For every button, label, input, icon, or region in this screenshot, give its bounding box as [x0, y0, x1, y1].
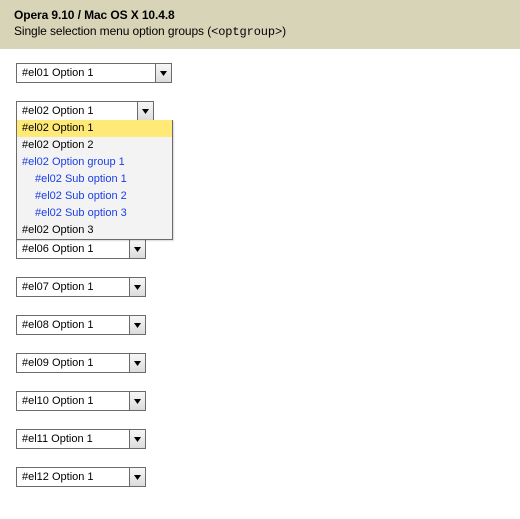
select-el01[interactable]: #el01 Option 1	[16, 63, 172, 83]
dropdown-optgroup-label: #el02 Option group 1	[17, 154, 172, 171]
select-el07[interactable]: #el07 Option 1	[16, 277, 146, 297]
browser-os-label: Opera 9.10 / Mac OS X 10.4.8	[14, 8, 506, 22]
header: Opera 9.10 / Mac OS X 10.4.8 Single sele…	[0, 0, 520, 49]
select-el09[interactable]: #el09 Option 1	[16, 353, 146, 373]
chevron-down-icon	[129, 392, 145, 410]
select-value: #el08 Option 1	[17, 316, 129, 334]
select-row-el01: #el01 Option 1	[16, 63, 504, 83]
chevron-down-icon	[155, 64, 171, 82]
select-row-el10: #el10 Option 1	[16, 391, 504, 411]
select-row-el11: #el11 Option 1	[16, 429, 504, 449]
select-row-el09: #el09 Option 1	[16, 353, 504, 373]
content-area: #el01 Option 1 #el02 Option 1 #el02 Opti…	[0, 49, 520, 519]
select-row-el08: #el08 Option 1	[16, 315, 504, 335]
select-row-el07: #el07 Option 1	[16, 277, 504, 297]
select-value: #el12 Option 1	[17, 468, 129, 486]
dropdown-option[interactable]: #el02 Option 1	[17, 120, 172, 137]
dropdown-suboption[interactable]: #el02 Sub option 2	[17, 188, 172, 205]
chevron-down-icon	[129, 354, 145, 372]
select-value: #el06 Option 1	[17, 240, 129, 258]
select-el08[interactable]: #el08 Option 1	[16, 315, 146, 335]
dropdown-suboption[interactable]: #el02 Sub option 3	[17, 205, 172, 222]
dropdown-option[interactable]: #el02 Option 2	[17, 137, 172, 154]
select-el12[interactable]: #el12 Option 1	[16, 467, 146, 487]
select-value: #el09 Option 1	[17, 354, 129, 372]
chevron-down-icon	[137, 102, 153, 120]
chevron-down-icon	[129, 468, 145, 486]
select-value: #el01 Option 1	[17, 64, 155, 82]
select-el06[interactable]: #el06 Option 1	[16, 239, 146, 259]
select-row-el02: #el02 Option 1 #el02 Option 1 #el02 Opti…	[16, 101, 504, 121]
chevron-down-icon	[129, 430, 145, 448]
select-value: #el11 Option 1	[17, 430, 129, 448]
select-value: #el10 Option 1	[17, 392, 129, 410]
page-subtitle: Single selection menu option groups (<op…	[14, 24, 506, 39]
select-el11[interactable]: #el11 Option 1	[16, 429, 146, 449]
select-value: #el02 Option 1	[17, 102, 137, 120]
chevron-down-icon	[129, 278, 145, 296]
chevron-down-icon	[129, 240, 145, 258]
chevron-down-icon	[129, 316, 145, 334]
select-row-el12: #el12 Option 1	[16, 467, 504, 487]
select-el02-dropdown: #el02 Option 1 #el02 Option 2 #el02 Opti…	[16, 120, 173, 240]
dropdown-option[interactable]: #el02 Option 3	[17, 222, 172, 239]
select-row-el06: #el06 Option 1	[16, 239, 504, 259]
select-el10[interactable]: #el10 Option 1	[16, 391, 146, 411]
select-value: #el07 Option 1	[17, 278, 129, 296]
dropdown-suboption[interactable]: #el02 Sub option 1	[17, 171, 172, 188]
select-el02[interactable]: #el02 Option 1	[16, 101, 154, 121]
